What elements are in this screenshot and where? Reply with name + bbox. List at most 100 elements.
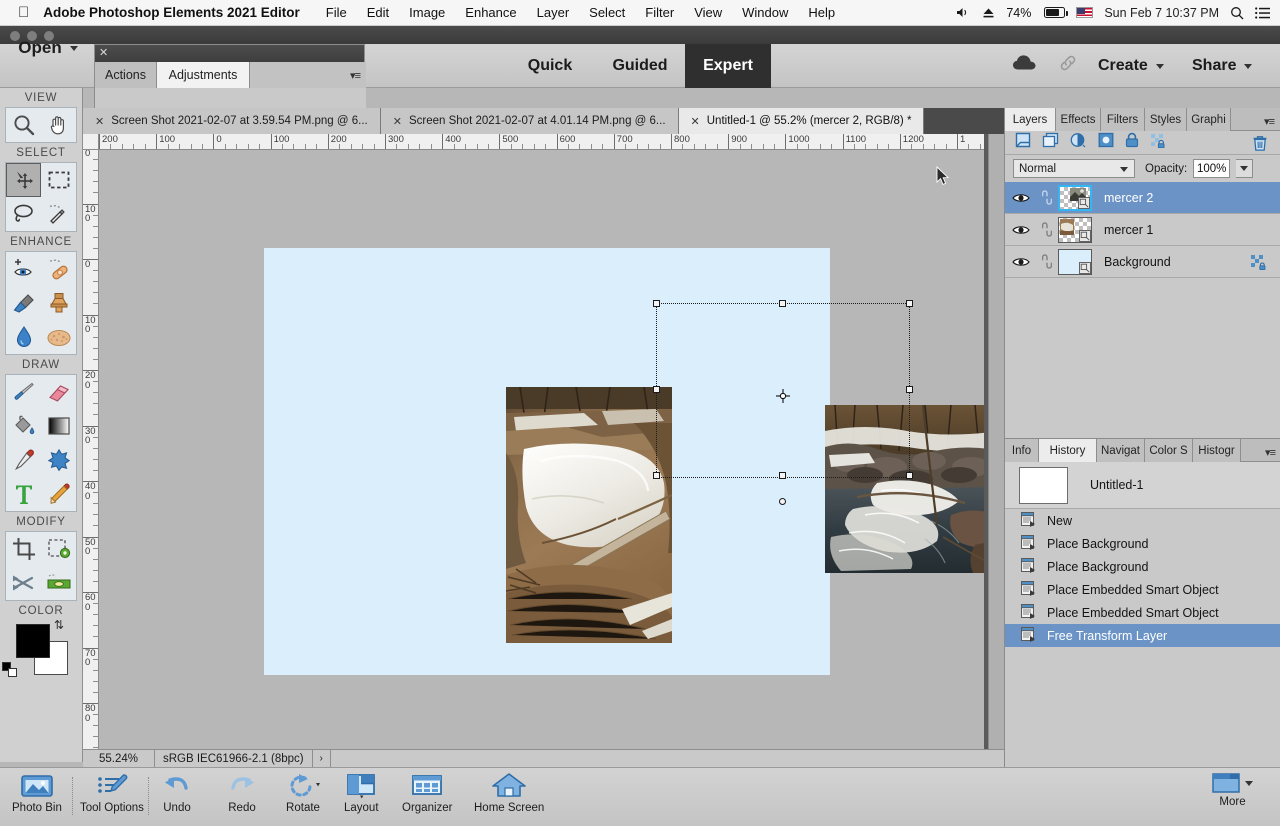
undo-button[interactable]: Undo <box>160 772 194 814</box>
layer-name[interactable]: Background <box>1092 255 1171 269</box>
photo-bin-button[interactable]: Photo Bin <box>12 772 62 814</box>
layer-link-icon[interactable] <box>1036 190 1058 205</box>
tab-guided[interactable]: Guided <box>595 44 685 88</box>
sponge-tool[interactable] <box>41 320 76 354</box>
vertical-ruler[interactable]: 010001002003004005006007008009 <box>83 150 99 749</box>
pencil-tool[interactable] <box>41 477 76 511</box>
blend-mode-select[interactable]: Normal <box>1013 159 1135 178</box>
straighten-tool[interactable] <box>41 566 76 600</box>
swap-colors-icon[interactable]: ⇅ <box>54 618 64 632</box>
document-tab-3[interactable]: ✕ Untitled-1 @ 55.2% (mercer 2, RGB/8) * <box>679 108 925 134</box>
chevron-right-icon[interactable]: › <box>313 750 331 768</box>
move-tool[interactable] <box>6 163 41 197</box>
tab-graphics[interactable]: Graphi <box>1187 108 1231 131</box>
transform-handle-bottom-center[interactable] <box>779 472 786 479</box>
history-state-place-background-1[interactable]: Place Background <box>1005 532 1280 555</box>
us-flag-icon[interactable] <box>1076 7 1093 18</box>
tab-expert[interactable]: Expert <box>685 44 771 88</box>
eraser-tool[interactable] <box>41 375 76 409</box>
layer-visibility-icon[interactable] <box>1005 224 1036 236</box>
transform-handle-bottom-right[interactable] <box>906 472 913 479</box>
tab-layers[interactable]: Layers <box>1005 108 1056 131</box>
layer-visibility-icon[interactable] <box>1005 192 1036 204</box>
recompose-tool[interactable] <box>41 532 76 566</box>
rotate-button[interactable]: Rotate <box>283 772 323 814</box>
photo-layer-mercer-1[interactable] <box>506 387 672 643</box>
ruler-origin-corner[interactable] <box>83 134 99 150</box>
opacity-stepper[interactable] <box>1236 159 1253 178</box>
eject-icon[interactable] <box>982 7 995 19</box>
layer-name[interactable]: mercer 2 <box>1092 191 1153 205</box>
menubar-clock[interactable]: Sun Feb 7 10:37 PM <box>1104 6 1219 20</box>
crop-tool[interactable] <box>6 532 41 566</box>
panel-menu-icon[interactable]: ▾≡ <box>1265 446 1275 459</box>
menu-edit[interactable]: Edit <box>357 5 399 20</box>
share-button[interactable]: Share <box>1192 44 1252 88</box>
color-picker-tool[interactable] <box>6 443 41 477</box>
panel-menu-icon[interactable]: ▾≡ <box>350 69 360 82</box>
history-state-free-transform-layer[interactable]: Free Transform Layer <box>1005 624 1280 647</box>
tab-info[interactable]: Info <box>1005 439 1039 462</box>
new-layer-icon[interactable] <box>1015 132 1031 153</box>
quick-selection-tool[interactable] <box>41 197 76 231</box>
layer-row-background[interactable]: Background <box>1005 246 1280 278</box>
layer-name[interactable]: mercer 1 <box>1092 223 1153 237</box>
tab-adjustments[interactable]: Adjustments <box>157 62 250 88</box>
history-state-place-background-2[interactable]: Place Background <box>1005 555 1280 578</box>
layout-button[interactable]: Layout <box>344 772 379 814</box>
menu-layer[interactable]: Layer <box>527 5 580 20</box>
link-icon[interactable] <box>1058 53 1078 73</box>
tool-options-button[interactable]: Tool Options <box>80 772 144 814</box>
home-screen-button[interactable]: Home Screen <box>474 772 544 814</box>
lock-layer-icon[interactable] <box>1125 132 1139 153</box>
smart-brush-tool[interactable] <box>6 286 41 320</box>
tab-actions[interactable]: Actions <box>95 62 157 88</box>
lasso-tool[interactable] <box>6 197 41 231</box>
layer-thumbnail[interactable] <box>1058 217 1092 243</box>
layer-row-mercer-1[interactable]: mercer 1 <box>1005 214 1280 246</box>
free-transform-bounding-box[interactable] <box>656 303 910 478</box>
open-button[interactable]: Open <box>8 33 88 63</box>
clone-stamp-tool[interactable] <box>41 286 76 320</box>
lock-transparency-icon[interactable] <box>1150 132 1167 153</box>
gradient-tool[interactable] <box>41 409 76 443</box>
layer-row-mercer-2[interactable]: mercer 2 <box>1005 182 1280 214</box>
close-icon[interactable]: ✕ <box>393 115 402 128</box>
layer-mask-icon[interactable] <box>1098 132 1114 153</box>
layer-link-icon[interactable] <box>1036 222 1058 237</box>
document-tab-2[interactable]: ✕ Screen Shot 2021-02-07 at 4.01.14 PM.p… <box>381 108 679 134</box>
transform-handle-bottom-left[interactable] <box>653 472 660 479</box>
menu-filter[interactable]: Filter <box>635 5 684 20</box>
apple-icon[interactable]:  <box>0 5 43 20</box>
custom-shape-tool[interactable] <box>41 443 76 477</box>
duplicate-layer-icon[interactable] <box>1042 132 1059 153</box>
close-icon[interactable]: ✕ <box>99 47 108 59</box>
tab-histogram[interactable]: Histogr <box>1193 439 1241 462</box>
battery-icon[interactable] <box>1042 7 1065 18</box>
history-state-place-embedded-1[interactable]: Place Embedded Smart Object <box>1005 578 1280 601</box>
blur-tool[interactable] <box>6 320 41 354</box>
history-state-new[interactable]: New <box>1005 509 1280 532</box>
menu-enhance[interactable]: Enhance <box>455 5 526 20</box>
layer-visibility-icon[interactable] <box>1005 256 1036 268</box>
marquee-tool[interactable] <box>41 163 76 197</box>
organizer-button[interactable]: Organizer <box>402 772 453 814</box>
history-state-place-embedded-2[interactable]: Place Embedded Smart Object <box>1005 601 1280 624</box>
default-colors-icon[interactable] <box>2 662 18 678</box>
transform-rotate-handle[interactable] <box>779 498 786 505</box>
transform-handle-top-left[interactable] <box>653 300 660 307</box>
menu-view[interactable]: View <box>684 5 732 20</box>
history-snapshot-row[interactable]: Untitled-1 <box>1005 462 1280 509</box>
canvas-vertical-scrollbar[interactable] <box>988 134 1004 749</box>
menu-help[interactable]: Help <box>798 5 845 20</box>
horizontal-ruler[interactable]: 2001000100200300400500600700800900100011… <box>99 134 988 150</box>
layer-thumbnail[interactable] <box>1058 249 1092 275</box>
tab-quick[interactable]: Quick <box>505 44 595 88</box>
layer-link-icon[interactable] <box>1036 254 1058 269</box>
tab-navigator[interactable]: Navigat <box>1097 439 1145 462</box>
menu-list-icon[interactable] <box>1255 7 1270 19</box>
document-tab-1[interactable]: ✕ Screen Shot 2021-02-07 at 3.59.54 PM.p… <box>83 108 381 134</box>
tab-effects[interactable]: Effects <box>1056 108 1101 131</box>
canvas-scroll-area[interactable] <box>99 150 988 749</box>
zoom-tool[interactable] <box>6 108 41 142</box>
